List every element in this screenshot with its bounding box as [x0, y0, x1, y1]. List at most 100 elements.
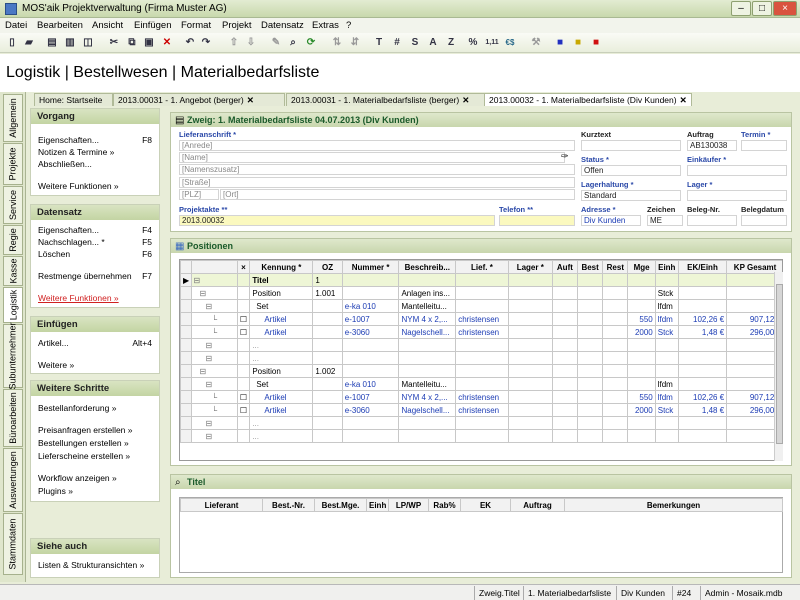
cell-auft[interactable] — [551, 416, 579, 430]
anrede-field[interactable]: [Anrede] — [179, 140, 575, 151]
text-format-button[interactable]: T — [371, 35, 387, 51]
cell-beschr[interactable]: Mantelleitu... — [398, 299, 457, 313]
new-document-icon[interactable]: ▯ — [4, 35, 20, 51]
cell-auft[interactable] — [551, 286, 579, 300]
row-checkbox[interactable]: ☐ — [236, 390, 251, 404]
preisanfragen-link[interactable]: Preisanfragen erstellen » — [38, 425, 133, 435]
z-format-button[interactable]: Z — [443, 35, 459, 51]
table-row[interactable]: ⊟ Set e-ka 010 Mantelleitu... lfdm — [180, 377, 782, 391]
vtab-bueroarbeiten[interactable]: Büroarbeiten — [3, 389, 23, 447]
cell-einh[interactable]: Stck — [654, 325, 679, 339]
cell-lager[interactable] — [507, 416, 553, 430]
cell-kennung[interactable]: Artikel — [249, 325, 314, 339]
doc-tab-mbl-berger[interactable]: 2013.00031 - 1. Materialbedarfsliste (be… — [286, 93, 485, 106]
cell-lager[interactable] — [507, 325, 553, 339]
cell-ek[interactable]: 1,48 € — [677, 325, 728, 339]
cell-beschr[interactable]: NYM 4 x 2,... — [398, 390, 457, 404]
col-header[interactable]: OZ — [312, 260, 343, 274]
cell-mge[interactable] — [627, 286, 656, 300]
col-header[interactable]: Beschreib... — [398, 260, 457, 274]
col-header[interactable]: Best — [577, 260, 604, 274]
cell-lief[interactable] — [455, 416, 509, 430]
auftrag-field[interactable]: AB130038 — [687, 140, 737, 151]
decimal-button[interactable]: 1,11 — [484, 35, 500, 51]
table-row[interactable]: └ ☐ Artikel e-1007 NYM 4 x 2,... christensen 5… — [180, 312, 782, 326]
cell-lief[interactable] — [455, 377, 509, 391]
cell-mge[interactable] — [627, 364, 656, 378]
datensatz-weitere-funktionen[interactable]: Weitere Funktionen » — [38, 293, 119, 303]
row-indicator[interactable] — [180, 403, 192, 417]
col-header[interactable]: Lager * — [507, 260, 553, 274]
cell-lief[interactable] — [455, 364, 509, 378]
cell-beschr[interactable]: NYM 4 x 2,... — [398, 312, 457, 326]
a-format-button[interactable]: A — [425, 35, 441, 51]
bestellanforderung-link[interactable]: Bestellanforderung » — [38, 403, 116, 413]
table-row[interactable]: ⊟ Set e-ka 010 Mantelleitu... lfdm — [180, 299, 782, 313]
lock-red-icon[interactable]: ■ — [588, 35, 604, 51]
vtab-projekte[interactable]: Projekte — [3, 143, 23, 185]
currency-button[interactable]: €$ — [502, 35, 518, 51]
cell-oz[interactable] — [312, 416, 343, 430]
row-checkbox[interactable] — [236, 351, 251, 365]
cell-best[interactable] — [577, 429, 604, 443]
cell-lager[interactable] — [507, 351, 553, 365]
einfuegen-weitere[interactable]: Weitere » — [38, 360, 74, 370]
vtab-subunternehmer[interactable]: Subunternehmer — [3, 322, 23, 390]
row-checkbox[interactable] — [236, 429, 251, 443]
cell-auft[interactable] — [551, 364, 579, 378]
termin-field[interactable] — [741, 140, 787, 151]
lagerhaltung-field[interactable]: Standard — [581, 190, 681, 201]
close-tab-icon[interactable]: ✕ — [247, 95, 254, 105]
cell-oz[interactable] — [312, 403, 343, 417]
col-header[interactable]: LP/WP — [388, 498, 429, 512]
cell-auft[interactable] — [551, 299, 579, 313]
vtab-regie[interactable]: Regie — [3, 225, 23, 255]
cell-nummer[interactable]: e-1007 — [341, 312, 400, 326]
cell-lager[interactable] — [507, 273, 553, 287]
row-checkbox[interactable] — [236, 286, 251, 300]
cell-nummer[interactable] — [341, 338, 400, 352]
menu-help[interactable]: ? — [346, 20, 351, 31]
cell-ek[interactable] — [677, 286, 728, 300]
menu-format[interactable]: Format — [181, 20, 211, 31]
cell-lager[interactable] — [507, 312, 553, 326]
cell-oz[interactable]: 1 — [312, 273, 343, 287]
table-row[interactable]: ⊟... — [180, 351, 782, 365]
table-row[interactable]: ⊟... — [180, 429, 782, 443]
datensatz-loeschen[interactable]: Löschen — [38, 249, 70, 259]
close-tab-icon[interactable]: ✕ — [680, 95, 687, 105]
tree-toggle-icon[interactable]: ⊟ — [190, 351, 238, 365]
menu-einfuegen[interactable]: Einfügen — [134, 20, 172, 31]
find-icon[interactable]: ⌕ — [285, 35, 301, 51]
move-down-icon[interactable]: ⇩ — [243, 35, 259, 51]
cell-kennung[interactable]: Artikel — [249, 403, 314, 417]
col-header[interactable]: Lief. * — [455, 260, 509, 274]
vorgang-notizen[interactable]: Notizen & Termine » — [38, 147, 114, 157]
menu-datei[interactable]: Datei — [5, 20, 27, 31]
cell-ek[interactable]: 102,26 € — [677, 312, 728, 326]
col-header[interactable]: Best.Mge. — [314, 498, 367, 512]
tree-toggle-icon[interactable]: ⊟ — [190, 429, 238, 443]
col-header[interactable]: EK — [460, 498, 511, 512]
cell-einh[interactable]: Stck — [654, 286, 679, 300]
undo-icon[interactable]: ↶ — [182, 35, 198, 51]
tree-toggle-icon[interactable]: ⊟ — [190, 377, 238, 391]
col-header[interactable]: Lieferant — [180, 498, 263, 512]
lager-field[interactable] — [687, 190, 787, 201]
cell-ek[interactable] — [677, 429, 728, 443]
vtab-stammdaten[interactable]: Stammdaten — [3, 513, 23, 575]
cell-lief[interactable]: christensen — [455, 390, 509, 404]
projektakte-field[interactable]: 2013.00032 — [179, 215, 495, 226]
vtab-kasse[interactable]: Kasse — [3, 256, 23, 286]
cell-lief[interactable] — [455, 273, 509, 287]
cell-best[interactable] — [577, 325, 604, 339]
row-indicator[interactable] — [180, 377, 192, 391]
cell-lief[interactable] — [455, 351, 509, 365]
cell-nummer[interactable]: e-ka 010 — [341, 299, 400, 313]
cell-auft[interactable] — [551, 325, 579, 339]
cell-rest[interactable] — [602, 299, 629, 313]
vorgang-abschliessen[interactable]: Abschließen... — [38, 159, 92, 169]
cell-kennung[interactable]: Set — [249, 377, 314, 391]
cell-einh[interactable]: lfdm — [654, 377, 679, 391]
paste-icon[interactable]: ▣ — [141, 35, 157, 51]
